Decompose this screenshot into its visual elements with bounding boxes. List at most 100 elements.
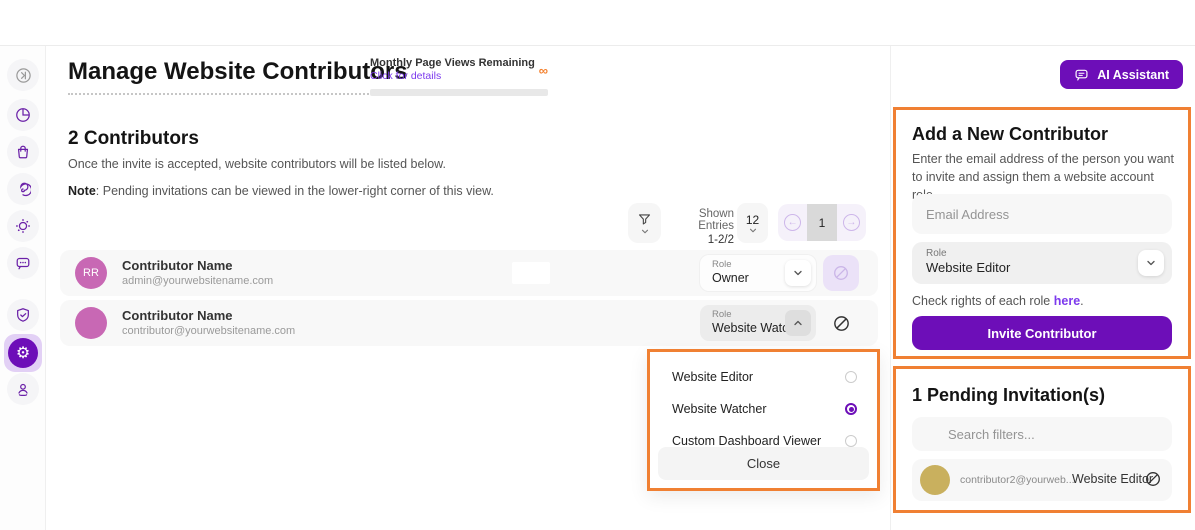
check-rights-suffix: . — [1080, 294, 1083, 308]
chevron-down-icon — [1145, 257, 1157, 269]
remove-contributor-button-disabled — [823, 255, 859, 291]
check-rights-link[interactable]: here — [1054, 294, 1080, 308]
ai-assistant-label: AI Assistant — [1097, 68, 1169, 82]
chevron-down-icon — [640, 228, 650, 235]
role-select-chevron-button[interactable] — [1138, 250, 1164, 276]
block-icon — [832, 264, 850, 282]
arrow-right-icon: → — [843, 214, 860, 231]
contributor-row: RR Contributor Name admin@yourwebsitenam… — [60, 250, 878, 296]
block-icon — [1144, 470, 1162, 488]
filter-button[interactable] — [628, 203, 661, 243]
role-select-label: Role — [926, 248, 1172, 259]
role-option-website-watcher[interactable]: Website Watcher — [650, 394, 877, 424]
add-contributor-title: Add a New Contributor — [912, 124, 1108, 145]
block-icon — [832, 314, 851, 333]
user-pin-icon — [15, 381, 31, 397]
add-contributor-panel: Add a New Contributor Enter the email ad… — [893, 107, 1191, 359]
check-rights-prefix: Check rights of each role — [912, 294, 1054, 308]
page-views-progressbar — [370, 89, 548, 96]
role-option-label: Website Watcher — [672, 402, 766, 416]
note-text: : Pending invitations can be viewed in t… — [96, 184, 494, 198]
page-views-details-link[interactable]: Click for details — [370, 70, 548, 82]
pending-invitations-title: 1 Pending Invitation(s) — [912, 385, 1105, 406]
contributors-count-title: 2 Contributors — [68, 128, 199, 150]
contributor-name: Contributor Name — [122, 308, 233, 323]
role-dropdown-menu: Website Editor Website Watcher Custom Da… — [647, 349, 880, 491]
contributors-description: Once the invite is accepted, website con… — [68, 157, 446, 171]
pending-invitations-panel: 1 Pending Invitation(s) contributor2@you… — [893, 366, 1191, 513]
gear-icon: ⚙ — [8, 338, 38, 368]
pagination: ← 1 → — [778, 204, 866, 241]
funnel-icon — [637, 212, 652, 227]
prev-page-button[interactable]: ← — [778, 204, 807, 241]
role-option-label: Custom Dashboard Viewer — [672, 434, 821, 448]
contributor-name: Contributor Name — [122, 258, 233, 273]
shield-check-icon — [15, 307, 31, 323]
sidebar-item-ecommerce[interactable] — [7, 136, 39, 168]
avatar — [75, 307, 107, 339]
pending-invitation-row: contributor2@yourweb... Website Editor — [912, 459, 1172, 501]
sidebar-item-analytics[interactable] — [7, 99, 39, 131]
target-dots-icon — [15, 218, 31, 234]
sidebar-toggle-button[interactable] — [7, 59, 39, 91]
chevron-down-icon — [748, 227, 758, 234]
pending-email: contributor2@yourweb... — [960, 474, 1075, 486]
contributor-email: contributor@yourwebsitename.com — [122, 325, 295, 337]
sidebar-item-campaigns[interactable] — [7, 210, 39, 242]
app-root: yourwebsitename.com — [0, 0, 1195, 530]
invite-contributor-button[interactable]: Invite Contributor — [912, 316, 1172, 350]
sidebar-item-security[interactable] — [7, 299, 39, 331]
sidebar-item-sessions[interactable] — [7, 173, 39, 205]
redacted-patch — [512, 262, 550, 284]
role-option-website-editor[interactable]: Website Editor — [650, 362, 877, 392]
contributor-row: Contributor Name contributor@yourwebsite… — [60, 300, 878, 346]
note-label: Note — [68, 184, 96, 198]
remove-contributor-button[interactable] — [830, 312, 852, 334]
shown-entries-value: 1-2/2 — [666, 234, 734, 246]
chat-bubble-icon — [15, 255, 31, 271]
avatar: RR — [75, 257, 107, 289]
chevron-up-icon — [792, 317, 804, 329]
cancel-invitation-button[interactable] — [1144, 470, 1162, 488]
content-divider — [890, 46, 891, 530]
sidebar-item-feedback[interactable] — [7, 247, 39, 279]
ai-assistant-button[interactable]: AI Assistant — [1060, 60, 1183, 89]
pie-chart-icon — [15, 107, 31, 123]
role-select-expanded[interactable]: Role Website Watcher — [700, 305, 816, 341]
close-dropdown-button[interactable]: Close — [658, 447, 869, 480]
sidebar: ⚙ — [0, 46, 46, 530]
search-input[interactable] — [912, 417, 1172, 451]
shopping-bag-icon — [15, 144, 31, 160]
avatar — [920, 465, 950, 495]
page-title: Manage Website Contributors — [68, 58, 408, 95]
spiral-icon — [15, 181, 31, 197]
per-page-value: 12 — [746, 213, 759, 227]
arrow-left-icon: ← — [784, 214, 801, 231]
contributors-note: Note: Pending invitations can be viewed … — [68, 184, 494, 198]
shown-entries-label: Shown Entries — [666, 208, 734, 232]
chat-bubble-icon — [1074, 67, 1089, 82]
page-views-value: ∞ — [539, 63, 548, 78]
check-rights-text: Check rights of each role here. — [912, 294, 1084, 308]
current-page: 1 — [807, 204, 836, 241]
role-select-chevron-button[interactable] — [785, 260, 811, 286]
sidebar-item-settings[interactable]: ⚙ — [4, 334, 42, 372]
page-views-widget: Monthly Page Views Remaining Click for d… — [370, 57, 548, 96]
next-page-button[interactable]: → — [837, 204, 866, 241]
sidebar-toggle-icon — [15, 67, 32, 84]
radio-checked-icon[interactable] — [845, 403, 857, 415]
page-views-label: Monthly Page Views Remaining — [370, 57, 548, 69]
role-option-label: Website Editor — [672, 370, 753, 384]
top-bar — [0, 0, 1195, 46]
radio-unchecked-icon[interactable] — [845, 435, 857, 447]
pending-role: Website Editor — [1072, 472, 1153, 486]
sidebar-item-contributors[interactable] — [7, 373, 39, 405]
shown-entries: Shown Entries 1-2/2 — [666, 208, 734, 246]
role-select-chevron-button[interactable] — [785, 310, 811, 336]
per-page-select[interactable]: 12 — [737, 203, 768, 243]
role-select[interactable]: Role Website Editor — [912, 242, 1172, 284]
email-field[interactable] — [912, 194, 1172, 234]
radio-unchecked-icon[interactable] — [845, 371, 857, 383]
chevron-down-icon — [792, 267, 804, 279]
role-select[interactable]: Role Owner — [700, 255, 816, 291]
